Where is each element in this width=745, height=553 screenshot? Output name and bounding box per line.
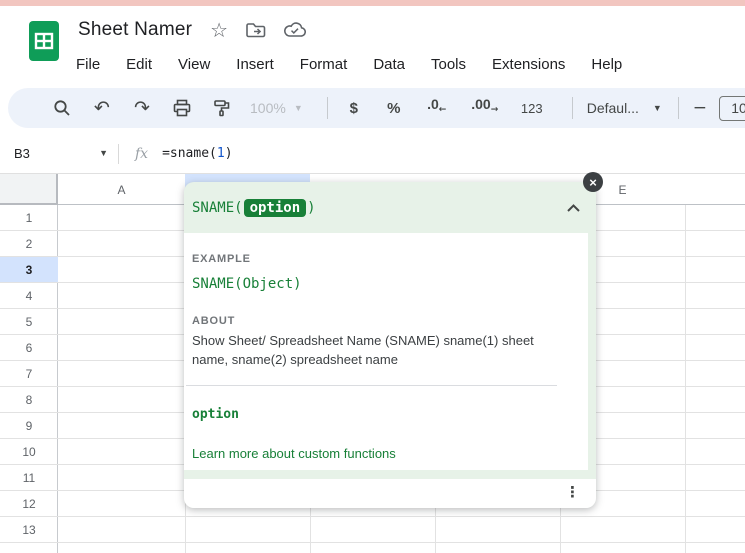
- toolbar-divider: [572, 97, 573, 119]
- menu-view[interactable]: View: [178, 56, 210, 73]
- row-header-10[interactable]: 10: [0, 439, 58, 465]
- signature-arg-pill: option: [244, 199, 307, 217]
- menu-file[interactable]: File: [76, 56, 100, 73]
- more-formats-button[interactable]: 123: [518, 96, 546, 120]
- menu-data[interactable]: Data: [373, 56, 405, 73]
- menu-edit[interactable]: Edit: [126, 56, 152, 73]
- about-text: Show Sheet/ Spreadsheet Name (SNAME) sna…: [192, 331, 562, 369]
- row-header-2[interactable]: 2: [0, 231, 58, 257]
- row-header-9[interactable]: 9: [0, 413, 58, 439]
- document-title[interactable]: Sheet Namer: [78, 19, 192, 41]
- menu-help[interactable]: Help: [591, 56, 622, 73]
- search-icon[interactable]: [50, 96, 74, 120]
- popup-content: EXAMPLE SNAME(Object) ABOUT Show Sheet/ …: [184, 233, 588, 470]
- zoom-caret-icon: ▼: [294, 104, 303, 113]
- row-header-12[interactable]: 12: [0, 491, 58, 517]
- more-options-icon[interactable]: ⋮: [565, 483, 580, 501]
- example-value: SNAME(Object): [192, 276, 302, 292]
- redo-icon[interactable]: ↷: [130, 96, 154, 120]
- row-header-6[interactable]: 6: [0, 335, 58, 361]
- zoom-control[interactable]: 100% ▼: [250, 100, 303, 116]
- row-header-11[interactable]: 11: [0, 465, 58, 491]
- cloud-status-icon[interactable]: [284, 22, 306, 38]
- row-headers[interactable]: 12345678910111213: [0, 205, 58, 553]
- formula-input[interactable]: =sname(1): [162, 146, 232, 161]
- function-help-popup: SNAME(option) EXAMPLE SNAME(Object) ABOU…: [184, 182, 596, 508]
- decrease-font-size-button[interactable]: −: [693, 98, 707, 118]
- row-header-5[interactable]: 5: [0, 309, 58, 335]
- column-header-a[interactable]: A: [58, 174, 185, 205]
- paint-format-icon[interactable]: [210, 96, 234, 120]
- select-all-corner[interactable]: [0, 174, 58, 205]
- close-icon[interactable]: ×: [583, 172, 603, 192]
- signature-suffix: ): [307, 200, 315, 216]
- about-label: ABOUT: [192, 315, 235, 327]
- left-arrow-icon: ←: [439, 105, 447, 115]
- formula-bar-divider: [118, 144, 119, 164]
- fx-icon: fx: [135, 146, 148, 162]
- formula-bar: B3 ▼ fx =sname(1): [0, 134, 745, 174]
- star-icon[interactable]: ☆: [210, 20, 228, 40]
- menu-extensions[interactable]: Extensions: [492, 56, 565, 73]
- decrease-decimals-button[interactable]: .0←: [422, 96, 452, 120]
- menu-format[interactable]: Format: [300, 56, 348, 73]
- toolbar-divider: [678, 97, 679, 119]
- menu-tools[interactable]: Tools: [431, 56, 466, 73]
- popup-footer: ⋮: [184, 479, 596, 508]
- format-currency-button[interactable]: $: [342, 96, 366, 120]
- font-caret-icon: ▼: [653, 104, 662, 113]
- menu-bar: File Edit View Insert Format Data Tools …: [76, 49, 622, 79]
- font-size-input[interactable]: 10: [719, 96, 745, 121]
- zoom-value: 100%: [250, 100, 286, 116]
- font-name: Defaul...: [587, 100, 639, 116]
- app-header: Sheet Namer ☆ File Edit View Insert Form…: [0, 6, 745, 86]
- move-folder-icon[interactable]: [246, 22, 266, 38]
- row-header-1[interactable]: 1: [0, 205, 58, 231]
- signature-prefix: SNAME(: [192, 200, 243, 216]
- sheets-logo-icon[interactable]: [29, 21, 59, 61]
- row-header-8[interactable]: 8: [0, 387, 58, 413]
- name-box[interactable]: B3 ▼: [0, 146, 108, 161]
- row-header-13[interactable]: 13: [0, 517, 58, 543]
- increase-decimals-button[interactable]: .00→: [468, 96, 502, 120]
- toolbar: ↶ ↷ 100% ▼ $ % .0← .00→ 123: [8, 88, 745, 128]
- example-label: EXAMPLE: [192, 253, 251, 265]
- format-percent-button[interactable]: %: [382, 96, 406, 120]
- learn-more-link[interactable]: Learn more about custom functions: [192, 446, 396, 461]
- parameter-name[interactable]: option: [192, 407, 239, 422]
- collapse-button[interactable]: [567, 204, 580, 212]
- name-box-caret-icon: ▼: [99, 149, 108, 158]
- toolbar-divider: [327, 97, 328, 119]
- menu-insert[interactable]: Insert: [236, 56, 274, 73]
- print-icon[interactable]: [170, 96, 194, 120]
- right-arrow-icon: →: [491, 105, 499, 115]
- grid-line: [685, 174, 686, 553]
- row-header-7[interactable]: 7: [0, 361, 58, 387]
- popup-divider: [186, 385, 557, 386]
- font-selector[interactable]: Defaul... ▼: [587, 100, 662, 116]
- app-window: Sheet Namer ☆ File Edit View Insert Form…: [0, 0, 745, 553]
- cell-reference: B3: [14, 146, 30, 161]
- function-signature: SNAME(option): [184, 182, 596, 233]
- row-header-4[interactable]: 4: [0, 283, 58, 309]
- row-header-3[interactable]: 3: [0, 257, 58, 283]
- undo-icon[interactable]: ↶: [90, 96, 114, 120]
